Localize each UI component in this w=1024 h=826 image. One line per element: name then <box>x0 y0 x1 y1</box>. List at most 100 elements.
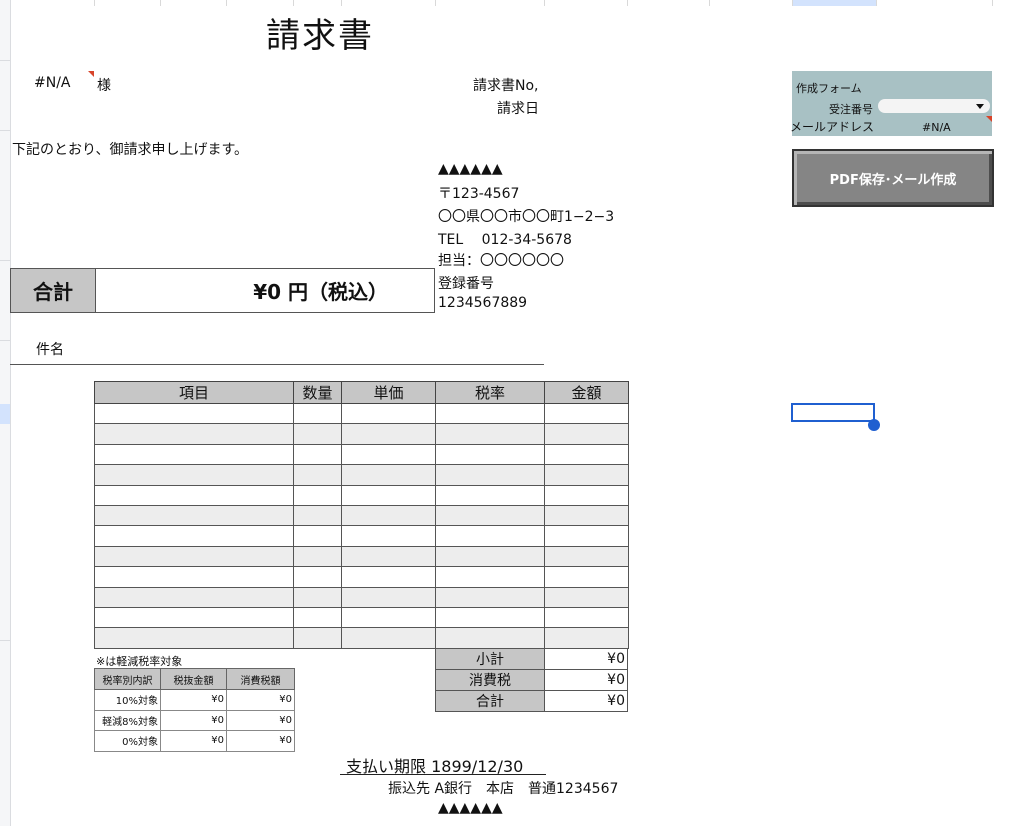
tax-rate-cell[interactable] <box>435 464 545 486</box>
amount-cell[interactable] <box>544 464 629 486</box>
amount-cell[interactable] <box>544 545 629 568</box>
tax-rate-cell[interactable] <box>435 627 545 649</box>
item-cell[interactable] <box>94 566 294 588</box>
row-divider <box>0 260 10 261</box>
tax-net-cell[interactable]: ¥0 <box>160 730 227 752</box>
item-cell[interactable] <box>94 484 294 506</box>
quantity-cell[interactable] <box>293 566 342 588</box>
consumption-tax-label: 消費税 <box>435 669 545 691</box>
tax-rate-cell[interactable] <box>435 586 545 608</box>
tax-rate-cell[interactable] <box>435 443 545 466</box>
consumption-tax-value[interactable]: ¥0 <box>544 669 628 691</box>
amount-cell[interactable] <box>544 525 629 547</box>
header-item: 項目 <box>94 381 294 404</box>
tax-rate-cell[interactable] <box>435 525 545 547</box>
quantity-cell[interactable] <box>293 443 342 466</box>
unit-price-cell[interactable] <box>341 586 436 608</box>
unit-price-cell[interactable] <box>341 504 436 527</box>
tax-rate-cell[interactable] <box>435 423 545 445</box>
customer-name[interactable]: #N/A <box>34 75 71 91</box>
header-quantity: 数量 <box>293 381 342 404</box>
tax-rate-cell[interactable] <box>435 566 545 588</box>
unit-price-cell[interactable] <box>341 566 436 588</box>
comment-marker-icon[interactable] <box>986 116 992 122</box>
tax-rate-cell[interactable] <box>435 504 545 527</box>
unit-price-cell[interactable] <box>341 484 436 506</box>
item-cell[interactable] <box>94 606 294 629</box>
amount-cell[interactable] <box>544 402 629 425</box>
item-cell[interactable] <box>94 586 294 608</box>
table-row: 小計 ¥0 <box>435 648 628 670</box>
table-row: 軽減8%対象 ¥0 ¥0 <box>94 709 295 731</box>
subtotal-value[interactable]: ¥0 <box>544 648 628 670</box>
tax-amount-cell[interactable]: ¥0 <box>226 730 295 752</box>
amount-cell[interactable] <box>544 443 629 466</box>
tax-net-cell[interactable]: ¥0 <box>160 689 227 711</box>
issuer-postal: 〒123-4567 <box>438 186 520 202</box>
pdf-save-email-button[interactable]: PDF保存･メール作成 <box>792 149 994 207</box>
grand-total-value: ¥0 円（税込） <box>253 280 388 304</box>
tax-rate-cell[interactable] <box>435 545 545 568</box>
quantity-cell[interactable] <box>293 464 342 486</box>
quantity-cell[interactable] <box>293 606 342 629</box>
column-divider <box>94 0 95 6</box>
tax-category-cell[interactable]: 軽減8%対象 <box>94 709 161 731</box>
amount-cell[interactable] <box>544 586 629 608</box>
amount-cell[interactable] <box>544 484 629 506</box>
amount-cell[interactable] <box>544 606 629 629</box>
unit-price-cell[interactable] <box>341 525 436 547</box>
item-cell[interactable] <box>94 525 294 547</box>
item-cell[interactable] <box>94 402 294 425</box>
registration-number: 1234567889 <box>438 295 528 311</box>
active-cell-selection[interactable] <box>791 403 875 422</box>
fill-handle[interactable] <box>868 419 880 431</box>
tax-rate-cell[interactable] <box>435 484 545 506</box>
comment-marker-icon[interactable] <box>88 71 94 77</box>
unit-price-cell[interactable] <box>341 402 436 425</box>
tax-net-cell[interactable]: ¥0 <box>160 709 227 731</box>
item-cell[interactable] <box>94 443 294 466</box>
summary-total-value[interactable]: ¥0 <box>544 690 628 712</box>
item-cell[interactable] <box>94 504 294 527</box>
unit-price-cell[interactable] <box>341 606 436 629</box>
amount-cell[interactable] <box>544 566 629 588</box>
unit-price-cell[interactable] <box>341 545 436 568</box>
table-row <box>94 627 629 649</box>
quantity-cell[interactable] <box>293 402 342 425</box>
amount-cell[interactable] <box>544 423 629 445</box>
items-table: 項目 数量 単価 税率 金額 <box>94 381 629 649</box>
tax-amount-cell[interactable]: ¥0 <box>226 689 295 711</box>
quantity-cell[interactable] <box>293 423 342 445</box>
item-cell[interactable] <box>94 423 294 445</box>
quantity-cell[interactable] <box>293 586 342 608</box>
unit-price-cell[interactable] <box>341 627 436 649</box>
column-divider <box>992 0 993 6</box>
tax-category-cell[interactable]: 10%対象 <box>94 689 161 711</box>
quantity-cell[interactable] <box>293 525 342 547</box>
quantity-cell[interactable] <box>293 545 342 568</box>
subject-label: 件名 <box>36 342 64 358</box>
email-value[interactable]: #N/A <box>922 121 951 134</box>
chevron-down-icon[interactable] <box>976 104 984 109</box>
tax-amount-cell[interactable]: ¥0 <box>226 709 295 731</box>
quantity-cell[interactable] <box>293 504 342 527</box>
order-number-label: 受注番号 <box>829 103 873 116</box>
unit-price-cell[interactable] <box>341 423 436 445</box>
unit-price-cell[interactable] <box>341 443 436 466</box>
amount-cell[interactable] <box>544 627 629 649</box>
table-row: 0%対象 ¥0 ¥0 <box>94 730 295 752</box>
order-number-dropdown[interactable] <box>878 99 990 113</box>
row-divider <box>0 340 10 341</box>
amount-cell[interactable] <box>544 504 629 527</box>
tax-rate-cell[interactable] <box>435 402 545 425</box>
item-cell[interactable] <box>94 545 294 568</box>
quantity-cell[interactable] <box>293 484 342 506</box>
unit-price-cell[interactable] <box>341 464 436 486</box>
item-cell[interactable] <box>94 627 294 649</box>
row-divider <box>0 130 10 131</box>
column-divider <box>435 0 436 6</box>
tax-rate-cell[interactable] <box>435 606 545 629</box>
item-cell[interactable] <box>94 464 294 486</box>
quantity-cell[interactable] <box>293 627 342 649</box>
tax-category-cell[interactable]: 0%対象 <box>94 730 161 752</box>
